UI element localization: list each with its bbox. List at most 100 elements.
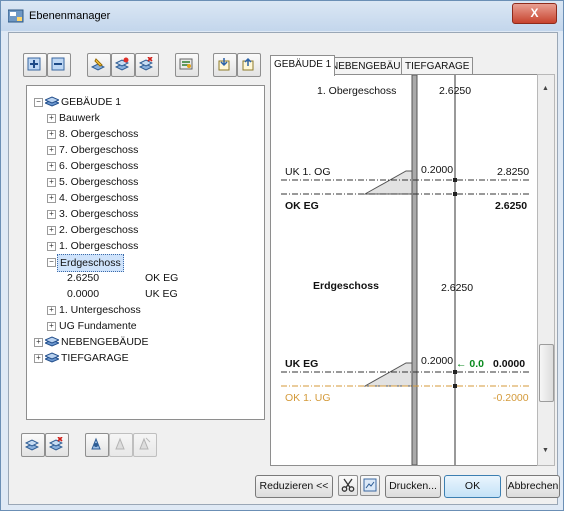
tree-label: TIEFGARAGE — [61, 352, 129, 364]
expand-icon[interactable]: + — [47, 146, 56, 155]
tree-item[interactable]: + 8. Obergeschoss — [27, 126, 264, 142]
edit-layer-button[interactable] — [87, 53, 111, 77]
tab-gebaeude1[interactable]: GEBÄUDE 1 — [270, 55, 336, 76]
upper-slab — [363, 170, 413, 195]
tree-root-gebaeude1[interactable]: − GEBÄUDE 1 — [27, 94, 264, 110]
tree-item[interactable]: + 4. Obergeschoss — [27, 190, 264, 206]
layer-new-button[interactable] — [21, 433, 45, 457]
layer-delete-icon — [139, 57, 153, 71]
uk-og-label: UK 1. OG — [285, 166, 331, 178]
uk-eg-label: UK EG — [285, 358, 319, 370]
ok-ug-label: OK 1. UG — [285, 392, 331, 404]
uk-eg-thickness: 0.2000 — [421, 355, 454, 367]
properties-button[interactable] — [175, 53, 199, 77]
unassign-all-icon — [139, 437, 151, 450]
level-value: 0.0000 — [67, 288, 100, 300]
settings-icon — [179, 58, 193, 70]
expand-icon[interactable]: + — [47, 130, 56, 139]
floor-height: 2.6250 — [441, 282, 474, 294]
add-icon — [27, 57, 41, 71]
floor-name: Erdgeschoss — [313, 280, 379, 292]
tree-label: 3. Obergeschoss — [59, 208, 139, 220]
delete-layer-button[interactable] — [135, 53, 159, 77]
close-button[interactable]: X — [512, 3, 557, 24]
level-marker — [453, 192, 457, 196]
expand-icon[interactable]: + — [47, 242, 56, 251]
level-value: 2.6250 — [67, 272, 100, 284]
tree-root-tiefgarage[interactable]: + TIEFGARAGE — [27, 350, 264, 366]
level-marker — [453, 384, 457, 388]
expand-icon[interactable]: + — [47, 162, 56, 171]
unassign-all-button[interactable] — [133, 433, 157, 457]
vertical-scrollbar[interactable]: ▲ ▼ — [537, 74, 555, 466]
ebenenmanager-window: Ebenenmanager X − GEBÄUDE 1 + Bauwerk + … — [0, 0, 564, 511]
tree-label: 8. Obergeschoss — [59, 128, 139, 140]
tree-label: GEBÄUDE 1 — [61, 96, 122, 108]
tree-item[interactable]: + 5. Obergeschoss — [27, 174, 264, 190]
tree-label: 7. Obergeschoss — [59, 144, 139, 156]
floor-above-height: 2.6250 — [439, 85, 472, 97]
tree-item[interactable]: + 3. Obergeschoss — [27, 206, 264, 222]
tree-root-nebengebaeude[interactable]: + NEBENGEBÄUDE — [27, 334, 264, 350]
expand-icon[interactable]: + — [34, 338, 43, 347]
title-bar[interactable]: Ebenenmanager X — [1, 1, 563, 31]
tree-child[interactable]: 2.6250 OK EG — [27, 270, 264, 286]
export-button[interactable] — [237, 53, 261, 77]
tree-item[interactable]: + Bauwerk — [27, 110, 264, 126]
expand-icon[interactable]: + — [47, 210, 56, 219]
uk-eg-offset: ← 0.0 — [456, 358, 485, 370]
uk-og-thickness: 0.2000 — [421, 164, 454, 176]
cancel-button[interactable]: Abbrechen — [506, 475, 560, 498]
tree-label: 1. Untergeschoss — [59, 304, 141, 316]
unassign-icon — [115, 437, 125, 450]
tree-item[interactable]: + 2. Obergeschoss — [27, 222, 264, 238]
expand-icon[interactable]: + — [47, 114, 56, 123]
building-layer-icon — [45, 96, 59, 107]
print-button[interactable]: Drucken... — [385, 475, 441, 498]
tree-label: 2. Obergeschoss — [59, 224, 139, 236]
tree-item[interactable]: + UG Fundamente — [27, 318, 264, 334]
export-icon — [242, 57, 254, 71]
scroll-up-icon[interactable]: ▲ — [542, 85, 549, 92]
tree-item-selected[interactable]: − Erdgeschoss — [27, 254, 264, 272]
collapse-icon[interactable]: − — [47, 258, 56, 267]
window-title: Ebenenmanager — [29, 10, 111, 22]
remove-icon — [51, 57, 65, 71]
layer-tree[interactable]: − GEBÄUDE 1 + Bauwerk + 8. Obergeschoss … — [26, 85, 265, 420]
expand-icon[interactable]: + — [47, 306, 56, 315]
tree-item[interactable]: + 1. Untergeschoss — [27, 302, 264, 318]
scroll-thumb[interactable] — [539, 344, 554, 402]
expand-icon[interactable]: + — [47, 178, 56, 187]
tree-item[interactable]: + 1. Obergeschoss — [27, 238, 264, 254]
layer-add-icon — [115, 57, 129, 71]
ok-button[interactable]: OK — [444, 475, 501, 498]
reduce-button[interactable]: Reduzieren << — [255, 475, 333, 498]
level-marker — [453, 178, 457, 182]
expand-icon[interactable]: + — [34, 354, 43, 363]
expand-icon[interactable]: + — [47, 322, 56, 331]
unassign-button[interactable] — [109, 433, 133, 457]
tree-child[interactable]: 0.0000 UK EG — [27, 286, 264, 302]
remove-layer-button[interactable] — [47, 53, 71, 77]
scroll-down-icon[interactable]: ▼ — [542, 447, 549, 454]
add-layer-button[interactable] — [23, 53, 47, 77]
preview-button[interactable] — [360, 475, 380, 496]
section-diagram[interactable]: 1. Obergeschoss 2.6250 UK 1. OG 0.2000 2… — [270, 74, 539, 466]
preview-icon — [363, 478, 377, 492]
expand-icon[interactable]: + — [47, 226, 56, 235]
section-drawing — [281, 75, 531, 465]
new-layer-button[interactable] — [111, 53, 135, 77]
layer-remove-button[interactable] — [45, 433, 69, 457]
tree-item[interactable]: + 7. Obergeschoss — [27, 142, 264, 158]
expand-icon[interactable]: + — [47, 194, 56, 203]
cut-button[interactable] — [338, 475, 358, 496]
assign-button[interactable] — [85, 433, 109, 457]
app-icon — [8, 9, 24, 23]
tree-label: 5. Obergeschoss — [59, 176, 139, 188]
building-layer-icon — [45, 336, 59, 347]
import-button[interactable] — [213, 53, 237, 77]
tree-label: 6. Obergeschoss — [59, 160, 139, 172]
tab-tiefgarage[interactable]: TIEFGARAGE — [401, 57, 474, 75]
collapse-icon[interactable]: − — [34, 98, 43, 107]
tree-item[interactable]: + 6. Obergeschoss — [27, 158, 264, 174]
